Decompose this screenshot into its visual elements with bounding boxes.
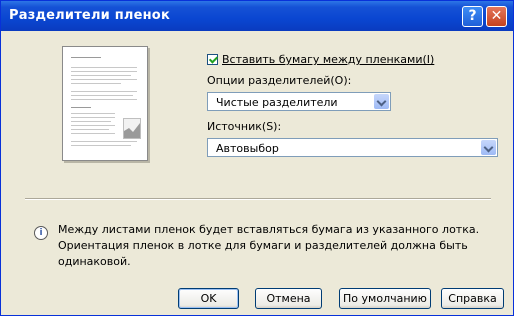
help-title-button[interactable]: ? xyxy=(462,6,483,27)
divider xyxy=(25,198,491,200)
info-icon: i xyxy=(34,226,48,240)
preview-line xyxy=(71,129,109,130)
cancel-button[interactable]: Отмена xyxy=(255,288,322,309)
insert-paper-checkbox[interactable] xyxy=(207,54,218,65)
dialog-window: Разделители пленок ? ✕ Вставить бумагу м… xyxy=(0,0,514,316)
source-value: Автовыбор xyxy=(216,142,279,155)
source-dropdown[interactable]: Автовыбор xyxy=(207,138,498,157)
info-message: Между листами пленок будет вставляться б… xyxy=(58,223,480,268)
page-preview-image xyxy=(62,46,148,161)
defaults-button[interactable]: По умолчанию xyxy=(339,288,431,309)
preview-line xyxy=(71,95,133,96)
preview-line xyxy=(71,145,131,146)
insert-paper-option[interactable]: Вставить бумагу между пленками(I) xyxy=(207,53,434,66)
preview-line xyxy=(71,113,115,114)
separators-label: Опции разделителей(O): xyxy=(207,74,352,87)
preview-line xyxy=(71,91,137,92)
preview-line xyxy=(71,67,137,68)
help-button[interactable]: Справка xyxy=(441,288,504,309)
preview-line xyxy=(71,79,137,80)
separators-dropdown[interactable]: Чистые разделители xyxy=(207,92,391,111)
close-button[interactable]: ✕ xyxy=(486,6,507,27)
source-label: Источник(S): xyxy=(207,120,282,133)
insert-paper-label: Вставить бумагу между пленками(I) xyxy=(222,53,435,66)
title-bar: Разделители пленок ? ✕ xyxy=(1,1,513,31)
preview-line xyxy=(71,57,101,58)
chevron-down-icon[interactable] xyxy=(374,94,389,109)
close-icon: ✕ xyxy=(490,8,503,24)
separators-value: Чистые разделители xyxy=(216,96,338,109)
preview-line xyxy=(71,75,131,76)
preview-line xyxy=(71,107,91,108)
preview-line xyxy=(71,133,115,134)
chevron-down-icon[interactable] xyxy=(481,140,496,155)
help-icon: ? xyxy=(468,8,477,24)
preview-line xyxy=(71,125,115,126)
ok-button[interactable]: OK xyxy=(178,288,239,309)
preview-line xyxy=(71,99,137,100)
preview-line xyxy=(71,141,137,142)
preview-line xyxy=(71,83,121,84)
preview-line xyxy=(71,121,111,122)
window-title: Разделители пленок xyxy=(9,8,170,23)
preview-chart-icon xyxy=(123,118,141,139)
preview-line xyxy=(71,117,115,118)
preview-line xyxy=(71,71,137,72)
